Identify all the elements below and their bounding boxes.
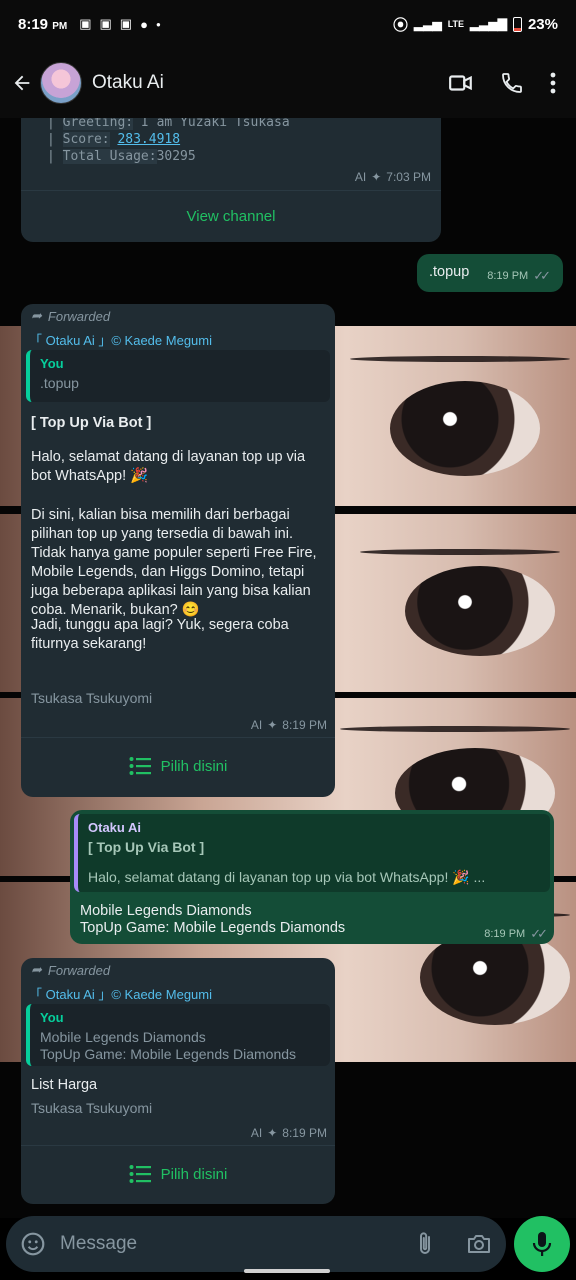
chat-notification-icon: ● <box>140 16 148 32</box>
game-controller-icon: ▣ <box>119 16 133 31</box>
message-meta: AI ✦ 8:19 PM <box>250 1126 327 1140</box>
status-time: 8:19 PM <box>18 15 68 33</box>
channel-name-link[interactable]: 「 Otaku Ai 」© Kaede Megumi <box>29 330 212 349</box>
battery-icon <box>512 16 522 32</box>
view-channel-button[interactable]: View channel <box>21 190 441 242</box>
double-check-icon: ✓✓ <box>530 926 548 941</box>
sparkle-icon: ✦ <box>371 170 382 184</box>
quote-text: .topup <box>40 375 79 391</box>
pilih-disini-button[interactable]: Pilih disini <box>21 1146 335 1202</box>
score-line: | Score: 283.4918 <box>47 132 181 147</box>
sticker-icon[interactable] <box>20 1231 46 1257</box>
pilih-disini-label: Pilih disini <box>160 757 228 775</box>
quote-text: Mobile Legends Diamonds <box>40 1029 206 1045</box>
quote-text: TopUp Game: Mobile Legends Diamonds <box>40 1046 297 1062</box>
quoted-message[interactable]: You Mobile Legends Diamonds TopUp Game: … <box>26 1004 330 1066</box>
phone-call-icon[interactable] <box>500 71 524 95</box>
network-type: LTE <box>447 19 465 29</box>
forwarded-label: ➦ Forwarded <box>31 962 111 978</box>
outgoing-reply-message[interactable]: Otaku Ai [ Top Up Via Bot ] Halo, selama… <box>70 810 554 944</box>
more-options-icon[interactable] <box>550 72 556 94</box>
gesture-navigation-bar[interactable] <box>244 1269 330 1273</box>
quote-heading: [ Top Up Via Bot ] <box>88 839 205 855</box>
outgoing-message[interactable]: .topup 8:19 PM ✓✓ <box>417 254 563 292</box>
incoming-bot-message[interactable]: ➦ Forwarded 「 Otaku Ai 」© Kaede Megumi Yo… <box>21 958 335 1204</box>
incoming-bot-message[interactable]: ➦ Forwarded 「 Otaku Ai 」© Kaede Megumi Yo… <box>21 304 335 797</box>
video-call-icon[interactable] <box>448 70 474 96</box>
chat-header: Otaku Ai <box>0 48 576 118</box>
message-text: List Harga <box>31 1077 98 1093</box>
sparkle-icon: ✦ <box>267 718 278 732</box>
message-paragraph: Di sini, kalian bisa memilih dari berbag… <box>31 507 317 618</box>
message-paragraph: Jadi, tunggu apa lagi? Yuk, segera coba … <box>31 617 289 652</box>
channel-name-link[interactable]: 「 Otaku Ai 」© Kaede Megumi <box>29 984 212 1003</box>
message-text: .topup <box>429 264 470 280</box>
signal-icon: ▂▃▅▇ <box>470 17 507 31</box>
quote-author: Otaku Ai <box>88 820 141 835</box>
pilih-disini-label: Pilih disini <box>160 1165 228 1183</box>
message-input[interactable]: Message <box>60 1233 137 1255</box>
notification-icons: ▣ ▣ ▣ ● ● <box>79 16 161 32</box>
voice-message-button[interactable] <box>514 1216 570 1272</box>
usage-line: | Total Usage:30295 <box>47 149 196 164</box>
message-meta: AI ✦ 8:19 PM <box>250 718 327 732</box>
message-composer[interactable]: Message <box>6 1216 506 1272</box>
contact-name[interactable]: Otaku Ai <box>92 72 164 94</box>
pilih-disini-button[interactable]: Pilih disini <box>21 738 335 794</box>
channel-card-message[interactable]: | Greeting: I am Yuzaki Tsukasa | Score:… <box>21 118 441 242</box>
microphone-icon <box>532 1232 552 1256</box>
message-paragraph: Halo, selamat datang di layanan top up v… <box>31 449 306 484</box>
sparkle-icon: ✦ <box>267 1126 278 1140</box>
hotspot-icon: ⦿ <box>393 16 409 34</box>
view-channel-label: View channel <box>186 207 276 225</box>
quote-text: Halo, selamat datang di layanan top up v… <box>88 869 486 885</box>
back-button[interactable] <box>8 69 36 97</box>
list-icon <box>129 757 151 775</box>
message-meta: 8:19 PM ✓✓ <box>484 926 548 941</box>
attachment-icon[interactable] <box>414 1231 436 1257</box>
message-footer: Tsukasa Tsukuyomi <box>31 690 153 706</box>
game-controller-icon: ▣ <box>79 16 92 31</box>
camera-icon[interactable] <box>466 1232 492 1256</box>
score-link[interactable]: 283.4918 <box>117 132 180 147</box>
chat-area[interactable]: | Greeting: I am Yuzaki Tsukasa | Score:… <box>0 118 576 1210</box>
game-controller-icon: ▣ <box>99 16 112 31</box>
message-footer: Tsukasa Tsukuyomi <box>31 1100 153 1116</box>
quote-author: You <box>40 356 64 371</box>
battery-percent: 23% <box>527 15 558 33</box>
quoted-message[interactable]: You .topup <box>26 350 330 402</box>
list-icon <box>129 1165 151 1183</box>
greeting-line: | Greeting: I am Yuzaki Tsukasa <box>47 118 290 131</box>
forwarded-label: ➦ Forwarded <box>31 308 111 324</box>
quoted-message[interactable]: Otaku Ai [ Top Up Via Bot ] Halo, selama… <box>74 814 550 892</box>
dot-icon: ● <box>155 19 161 29</box>
quote-author: You <box>40 1010 64 1025</box>
double-check-icon: ✓✓ <box>533 268 551 283</box>
back-arrow-icon <box>14 75 30 91</box>
message-meta: 8:19 PM ✓✓ <box>487 268 551 283</box>
message-heading: [ Top Up Via Bot ] <box>31 415 152 431</box>
message-meta: AI ✦ 7:03 PM <box>354 170 431 184</box>
avatar[interactable] <box>40 62 82 104</box>
forward-arrow-icon: ➦ <box>31 308 42 323</box>
message-text: TopUp Game: Mobile Legends Diamonds <box>80 920 346 936</box>
signal-icon: ▂▃▅ <box>414 17 442 31</box>
forward-arrow-icon: ➦ <box>31 962 42 977</box>
status-bar: 8:19 PM ▣ ▣ ▣ ● ● ⦿ ▂▃▅ LTE ▂▃▅▇ 23% <box>0 0 576 48</box>
